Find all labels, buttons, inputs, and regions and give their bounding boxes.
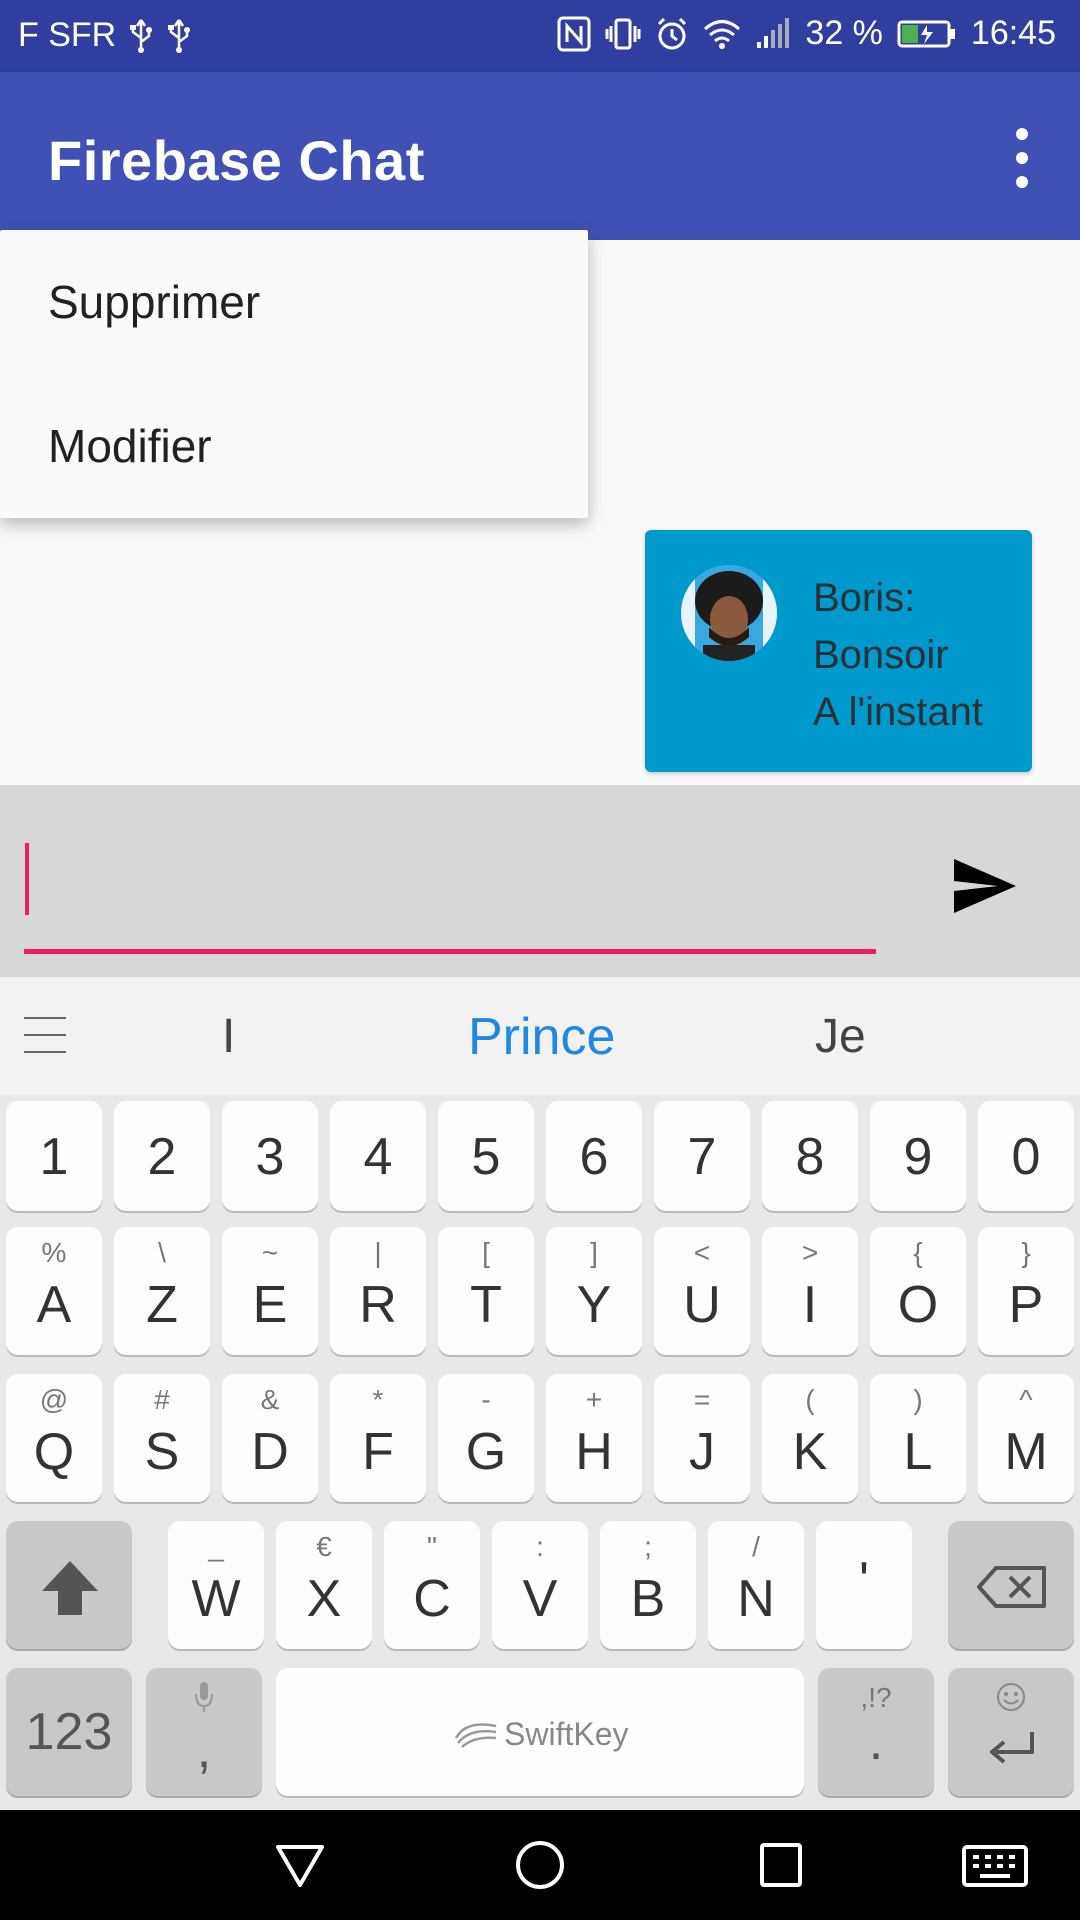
battery-percent: 32 % — [805, 14, 883, 52]
shift-key[interactable] — [6, 1521, 132, 1649]
key-s[interactable]: # S — [114, 1374, 210, 1502]
key-g[interactable]: -G — [438, 1374, 534, 1502]
app-bar: Firebase Chat — [0, 72, 1080, 240]
battery-charging-icon — [897, 19, 957, 49]
recents-icon[interactable] — [750, 1835, 810, 1895]
space-label: SwiftKey — [504, 1716, 629, 1752]
message-input[interactable] — [24, 825, 876, 949]
menu-item-modifier[interactable]: Modifier — [0, 374, 588, 518]
key-2[interactable]: 2 — [114, 1101, 210, 1211]
key-4[interactable]: 4 — [330, 1101, 426, 1211]
status-bar: F SFR 32 % 16:45 — [0, 0, 1080, 72]
key-0[interactable]: 0 — [978, 1101, 1074, 1211]
hamburger-icon[interactable] — [24, 1017, 66, 1053]
key-k[interactable]: (K — [762, 1374, 858, 1502]
menu-item-supprimer[interactable]: Supprimer — [0, 230, 588, 374]
key-c[interactable]: " C — [384, 1521, 480, 1649]
message-bubble[interactable]: Boris: Bonsoir A l'instant — [645, 530, 1032, 772]
vibrate-icon — [605, 16, 641, 52]
key-r[interactable]: | R — [330, 1227, 426, 1355]
keyboard: 1 2 3 4 5 6 7 8 9 0 % A \ Z ~ E | R [T ] Y < U… — [0, 1095, 1080, 1810]
usb-icon — [166, 18, 192, 54]
carrier-label: F SFR — [18, 16, 117, 54]
key-p[interactable]: } P — [978, 1227, 1074, 1355]
suggestion-bar: I Prince Je — [0, 977, 1080, 1095]
key-7[interactable]: 7 — [654, 1101, 750, 1211]
shift-icon — [42, 1561, 98, 1615]
app-title: Firebase Chat — [48, 129, 425, 192]
key-o[interactable]: {O — [870, 1227, 966, 1355]
user-avatar — [681, 565, 777, 661]
key-t[interactable]: [T — [438, 1227, 534, 1355]
more-vert-icon[interactable] — [1000, 128, 1044, 188]
key-x[interactable]: € X — [276, 1521, 372, 1649]
signal-icon — [755, 17, 791, 50]
send-icon[interactable] — [950, 855, 1020, 917]
usb-icon — [128, 18, 154, 54]
backspace-icon — [977, 1566, 1046, 1608]
space-key[interactable]: SwiftKey — [276, 1668, 804, 1796]
back-icon[interactable] — [270, 1835, 330, 1895]
key-j[interactable]: = J — [654, 1374, 750, 1502]
key-e[interactable]: ~ E — [222, 1227, 318, 1355]
key-v[interactable]: :V — [492, 1521, 588, 1649]
key-1[interactable]: 1 — [6, 1101, 102, 1211]
nfc-icon — [557, 16, 591, 52]
key-8[interactable]: 8 — [762, 1101, 858, 1211]
navigation-bar — [0, 1810, 1080, 1920]
wifi-icon — [703, 18, 741, 50]
key-z[interactable]: \ Z — [114, 1227, 210, 1355]
message-time: A l'instant — [813, 690, 983, 734]
enter-icon — [990, 1732, 1034, 1764]
message-text: Bonsoir — [813, 633, 949, 677]
key-a[interactable]: % A — [6, 1227, 102, 1355]
popup-menu: Supprimer Modifier — [0, 230, 588, 518]
suggestion-right[interactable]: Je — [815, 1009, 866, 1064]
input-underline — [24, 949, 876, 954]
key-h[interactable]: + H — [546, 1374, 642, 1502]
suggestion-center[interactable]: Prince — [468, 1007, 615, 1067]
key-6[interactable]: 6 — [546, 1101, 642, 1211]
key-3[interactable]: 3 — [222, 1101, 318, 1211]
key-9[interactable]: 9 — [870, 1101, 966, 1211]
key-w[interactable]: _ W — [168, 1521, 264, 1649]
clock: 16:45 — [970, 14, 1056, 52]
text-cursor — [25, 843, 29, 915]
enter-key[interactable] — [948, 1668, 1074, 1796]
key-n[interactable]: / N — [708, 1521, 804, 1649]
alarm-icon — [655, 16, 689, 52]
key-l[interactable]: ) L — [870, 1374, 966, 1502]
suggestion-left[interactable]: I — [222, 1009, 235, 1064]
comma-key[interactable]: , — [146, 1668, 262, 1796]
key-m[interactable]: ^ M — [978, 1374, 1074, 1502]
key-y[interactable]: ] Y — [546, 1227, 642, 1355]
key-apostrophe[interactable]: ' — [816, 1521, 912, 1649]
key-u[interactable]: < U — [654, 1227, 750, 1355]
message-sender: Boris: — [813, 576, 916, 620]
keyboard-icon[interactable] — [960, 1835, 1030, 1895]
home-icon[interactable] — [510, 1835, 570, 1895]
key-q[interactable]: @ Q — [6, 1374, 102, 1502]
swiftkey-logo — [454, 1723, 497, 1748]
emoji-icon — [997, 1683, 1025, 1711]
key-f[interactable]: * F — [330, 1374, 426, 1502]
numbers-key[interactable]: 123 — [6, 1668, 132, 1796]
backspace-key[interactable] — [948, 1521, 1074, 1649]
key-5[interactable]: 5 — [438, 1101, 534, 1211]
composer-bar — [0, 785, 1080, 977]
period-key[interactable]: ,!? . — [818, 1668, 934, 1796]
key-i[interactable]: > I — [762, 1227, 858, 1355]
key-b[interactable]: ; B — [600, 1521, 696, 1649]
key-d[interactable]: & D — [222, 1374, 318, 1502]
mic-icon — [195, 1682, 213, 1712]
